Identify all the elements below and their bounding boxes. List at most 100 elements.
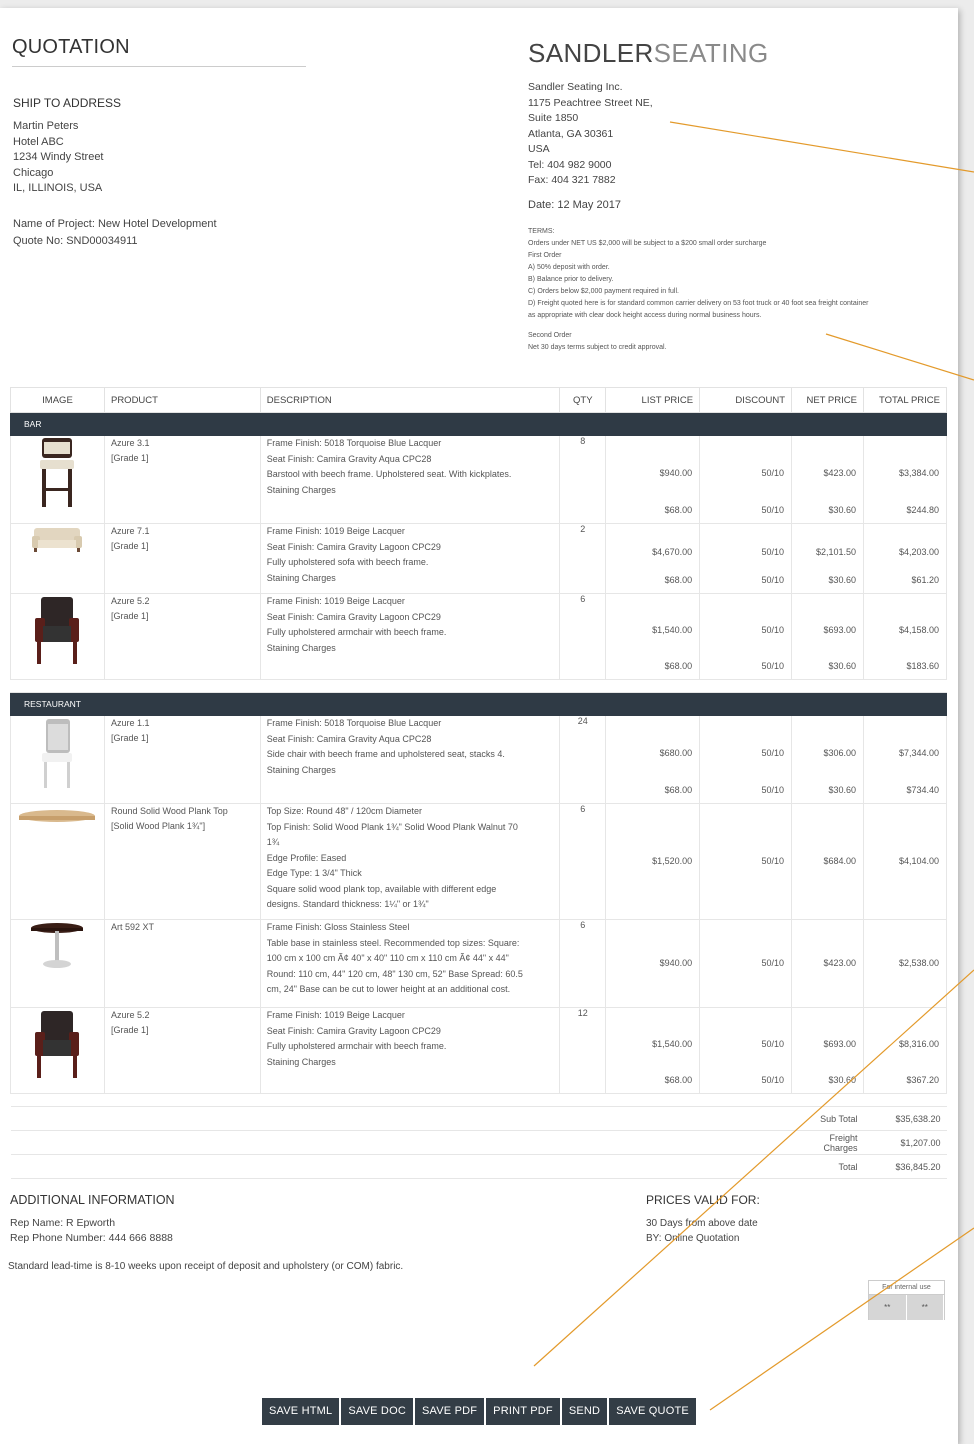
send-button[interactable]: SEND — [561, 1398, 608, 1425]
quote-items-table: IMAGE PRODUCT DESCRIPTION QTY LIST PRICE… — [10, 387, 948, 1179]
description-cell: Frame Finish: 5018 Torquoise Blue Lacque… — [259, 435, 561, 524]
company-line: 1175 Peachtree Street NE, — [528, 96, 653, 109]
qty-cell: 6 — [559, 593, 607, 680]
totals-row: Total $36,845.20 — [10, 1154, 947, 1179]
total-price-cell: $4,104.00 — [862, 803, 948, 920]
terms-block: TERMS: Orders under NET US $2,000 will b… — [528, 226, 938, 354]
price-value: $4,670.00 — [652, 547, 693, 557]
internal-cell[interactable]: ** — [906, 1295, 944, 1320]
table-spacer — [10, 1093, 947, 1107]
list-price-cell: $1,540.00 $68.00 — [605, 1007, 701, 1094]
description-line: Staining Charges — [266, 764, 336, 775]
description-cell: Frame Finish: 1019 Beige Lacquer Seat Fin… — [259, 1007, 561, 1094]
col-discount: DISCOUNT — [699, 387, 793, 413]
price-value: $734.40 — [906, 785, 939, 795]
total-price-cell: $2,538.00 — [862, 919, 948, 1008]
price-value: $423.00 — [823, 958, 856, 968]
description-line: Staining Charges — [266, 642, 336, 653]
company-line: Fax: 404 321 7882 — [528, 174, 616, 186]
address-line: Martin Peters — [13, 120, 79, 132]
product-line: [Grade 1] — [110, 541, 149, 551]
discount-cell: 50/10 — [699, 919, 793, 1008]
col-list-price: LIST PRICE — [605, 387, 701, 413]
table-row: Azure 7.1 [Grade 1] Frame Finish: 1019 Bei… — [10, 523, 948, 594]
armchair-icon — [17, 594, 98, 666]
rep-info: Rep Name: R Epworth Rep Phone Number: 44… — [10, 1216, 173, 1246]
address-line: 1234 Windy Street — [13, 151, 104, 163]
price-value: $4,203.00 — [898, 547, 939, 557]
description-cell: Frame Finish: 1019 Beige Lacquer Seat Fin… — [259, 593, 561, 680]
project-info: Name of Project: New Hotel Development Q… — [13, 216, 217, 249]
save-doc-button[interactable]: SAVE DOC — [341, 1398, 413, 1425]
discount-cell: 50/10 50/10 — [699, 1007, 793, 1094]
price-value: $30.60 — [828, 575, 856, 585]
list-price-cell: $940.00 $68.00 — [605, 435, 701, 524]
product-line: Azure 3.1 — [110, 438, 150, 448]
terms-line: First Order — [528, 252, 562, 259]
col-total-price: TOTAL PRICE — [862, 387, 948, 413]
address-line: Hotel ABC — [13, 135, 64, 148]
price-value: $367.20 — [906, 1075, 939, 1085]
description-line: designs. Standard thickness: 1¼" or 1¾" — [266, 899, 429, 909]
description-line: Fully upholstered armchair with beech fr… — [266, 1041, 447, 1051]
description-line: Fully upholstered sofa with beech frame. — [266, 557, 429, 567]
description-line: Seat Finish: Camira Gravity Lagoon CPC29 — [266, 541, 441, 552]
rep-name: Rep Name: R Epworth — [10, 1217, 116, 1229]
description-line: Frame Finish: 1019 Beige Lacquer — [266, 526, 405, 536]
product-line: Azure 5.2 — [110, 596, 150, 606]
product-line: Azure 1.1 — [110, 718, 150, 728]
price-value: $693.00 — [823, 1039, 856, 1049]
logo-bold: SANDLER — [528, 38, 654, 68]
price-value: $30.60 — [828, 785, 856, 795]
total-price-cell: $4,158.00 $183.60 — [862, 593, 948, 680]
col-product: PRODUCT — [103, 387, 261, 413]
terms-line: B) Balance prior to delivery. — [528, 276, 614, 283]
internal-use-box: For internal use ** ** — [868, 1280, 945, 1320]
prices-valid-title: PRICES VALID FOR: — [646, 1193, 760, 1207]
product-image-cell — [10, 919, 105, 1008]
price-value: $7,344.00 — [898, 748, 939, 758]
description-line: Frame Finish: 5018 Torquoise Blue Lacque… — [266, 438, 442, 448]
side-chair-icon — [17, 716, 98, 790]
product-cell: Azure 5.2 [Grade 1] — [103, 593, 261, 680]
qty-cell: 6 — [559, 919, 607, 1008]
table-base-icon — [17, 920, 98, 970]
internal-cell[interactable]: ** — [869, 1295, 907, 1320]
qty-cell: 8 — [559, 435, 607, 524]
address-line: Chicago — [13, 166, 54, 179]
product-cell: Art 592 XT — [103, 919, 261, 1008]
description-line: Frame Finish: Gloss Stainless Steel — [266, 922, 410, 932]
product-image-cell — [10, 803, 105, 920]
qty-cell: 6 — [559, 803, 607, 920]
net-price-cell: $2,101.50 $30.60 — [791, 523, 864, 594]
table-spacer — [10, 679, 947, 693]
net-price-cell: $684.00 — [791, 803, 864, 920]
quote-number: Quote No: SND00034911 — [13, 234, 138, 247]
description-cell: Frame Finish: 5018 Torquoise Blue Lacque… — [259, 715, 561, 804]
tabletop-icon — [17, 804, 98, 828]
totals-spacer — [10, 1154, 792, 1179]
section-row: BAR — [10, 412, 947, 436]
list-price-cell: $940.00 — [605, 919, 701, 1008]
save-pdf-button[interactable]: SAVE PDF — [414, 1398, 485, 1425]
totals-row: Sub Total $35,638.20 — [10, 1106, 947, 1131]
save-quote-button[interactable]: SAVE QUOTE — [609, 1398, 696, 1425]
page-title: QUOTATION — [12, 36, 130, 58]
terms-line: C) Orders below $2,000 payment required … — [528, 288, 679, 295]
product-line: [Grade 1] — [110, 733, 149, 743]
description-cell: Frame Finish: Gloss Stainless Steel Table… — [259, 919, 561, 1008]
price-value: 50/10 — [761, 785, 785, 795]
internal-use-caption: For internal use — [869, 1281, 944, 1295]
price-value: $940.00 — [659, 958, 693, 968]
save-html-button[interactable]: SAVE HTML — [262, 1398, 340, 1425]
product-image-cell — [10, 1007, 105, 1094]
list-price-cell: $1,520.00 — [605, 803, 701, 920]
price-value: $684.00 — [823, 856, 856, 866]
price-value: $30.60 — [828, 661, 856, 671]
print-pdf-button[interactable]: PRINT PDF — [486, 1398, 560, 1425]
product-cell: Azure 1.1 [Grade 1] — [103, 715, 261, 804]
total-price-cell: $3,384.00 $244.80 — [862, 435, 948, 524]
description-line: Side chair with beech frame and upholste… — [266, 749, 505, 759]
col-description: DESCRIPTION — [259, 387, 561, 413]
barstool-icon — [17, 436, 98, 508]
